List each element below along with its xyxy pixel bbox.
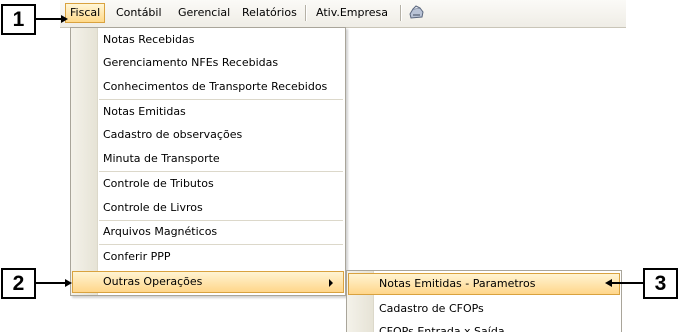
menu-item-conferir-ppp[interactable]: Conferir PPP — [72, 246, 344, 268]
menu-separator — [99, 244, 343, 245]
printer-icon[interactable] — [407, 5, 425, 21]
menu-item-notas-emitidas[interactable]: Notas Emitidas — [72, 101, 344, 123]
menu-separator — [99, 99, 343, 100]
menu-item-conhecimentos-transporte[interactable]: Conhecimentos de Transporte Recebidos — [72, 76, 344, 98]
fiscal-dropdown-menu: Notas Recebidas Gerenciamento NFEs Receb… — [70, 27, 346, 296]
menu-contabil[interactable]: Contábil — [112, 3, 166, 23]
menu-item-minuta-transporte[interactable]: Minuta de Transporte — [72, 148, 344, 170]
menu-item-outras-operacoes[interactable]: Outras Operações — [72, 271, 344, 293]
callout-3: 3 — [643, 268, 678, 299]
submenu-item-cfops-entrada-saida[interactable]: CFOPs Entrada x Saída — [348, 321, 620, 332]
menu-bar: Fiscal Contábil Gerencial Relatórios Ati… — [60, 0, 626, 28]
outras-operacoes-submenu: Notas Emitidas - Parametros Cadastro de … — [346, 270, 622, 332]
menu-item-controle-livros[interactable]: Controle de Livros — [72, 197, 344, 219]
menu-separator — [400, 5, 402, 21]
menu-fiscal[interactable]: Fiscal — [65, 3, 106, 23]
callout-1: 1 — [1, 4, 36, 35]
submenu-item-notas-emitidas-parametros[interactable]: Notas Emitidas - Parametros — [348, 273, 620, 295]
submenu-item-cadastro-cfops[interactable]: Cadastro de CFOPs — [348, 298, 620, 320]
submenu-arrow-icon — [329, 279, 333, 287]
menu-item-gerenciamento-nfes[interactable]: Gerenciamento NFEs Recebidas — [72, 52, 344, 74]
menu-separator — [305, 5, 307, 21]
menu-item-cadastro-observacoes[interactable]: Cadastro de observações — [72, 124, 344, 146]
callout-1-pointer — [36, 15, 68, 23]
menu-separator — [99, 171, 343, 172]
menu-item-arquivos-magneticos[interactable]: Arquivos Magnéticos — [72, 221, 344, 243]
callout-2-pointer — [36, 279, 72, 287]
callout-3-pointer — [605, 279, 643, 287]
menu-gerencial[interactable]: Gerencial — [174, 3, 234, 23]
menu-relatorios[interactable]: Relatórios — [238, 3, 301, 23]
menu-item-label: Outras Operações — [103, 275, 203, 288]
callout-2: 2 — [1, 268, 36, 299]
menu-item-notas-recebidas[interactable]: Notas Recebidas — [72, 29, 344, 51]
menu-item-controle-tributos[interactable]: Controle de Tributos — [72, 173, 344, 195]
menu-ativ-empresa[interactable]: Ativ.Empresa — [312, 3, 392, 23]
